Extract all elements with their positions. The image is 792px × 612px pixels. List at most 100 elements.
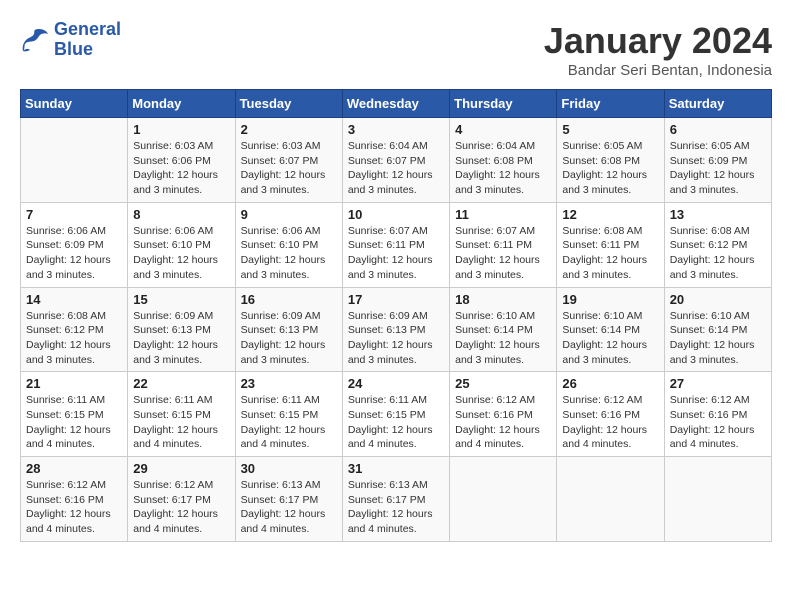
day-info: Sunrise: 6:12 AMSunset: 6:16 PMDaylight:… <box>455 393 551 452</box>
calendar-cell: 30 Sunrise: 6:13 AMSunset: 6:17 PMDayligh… <box>235 457 342 542</box>
day-info: Sunrise: 6:13 AMSunset: 6:17 PMDaylight:… <box>348 478 444 537</box>
day-info: Sunrise: 6:10 AMSunset: 6:14 PMDaylight:… <box>562 309 658 368</box>
title-block: January 2024 Bandar Seri Bentan, Indones… <box>544 20 772 79</box>
calendar-cell: 29Sunrise: 6:12 AMSunset: 6:17 PMDayligh… <box>128 457 235 542</box>
calendar-header-sunday: Sunday <box>21 90 128 118</box>
calendar-cell: 2 Sunrise: 6:03 AMSunset: 6:07 PMDaylight… <box>235 118 342 203</box>
calendar-cell: 28Sunrise: 6:12 AMSunset: 6:16 PMDayligh… <box>21 457 128 542</box>
day-number: 7 <box>26 207 122 222</box>
day-info: Sunrise: 6:06 AMSunset: 6:09 PMDaylight:… <box>26 224 122 283</box>
calendar-cell: 10 Sunrise: 6:07 AMSunset: 6:11 PMDayligh… <box>342 202 449 287</box>
day-number: 31 <box>348 461 444 476</box>
calendar-cell <box>664 457 771 542</box>
day-info: Sunrise: 6:08 AMSunset: 6:11 PMDaylight:… <box>562 224 658 283</box>
day-number: 5 <box>562 122 658 137</box>
calendar-cell: 5 Sunrise: 6:05 AMSunset: 6:08 PMDaylight… <box>557 118 664 203</box>
day-number: 2 <box>241 122 337 137</box>
day-number: 11 <box>455 207 551 222</box>
calendar-week-row: 14 Sunrise: 6:08 AMSunset: 6:12 PMDayligh… <box>21 287 772 372</box>
day-number: 3 <box>348 122 444 137</box>
calendar-cell: 21Sunrise: 6:11 AMSunset: 6:15 PMDayligh… <box>21 372 128 457</box>
month-title: January 2024 <box>544 20 772 62</box>
calendar-header-row: SundayMondayTuesdayWednesdayThursdayFrid… <box>21 90 772 118</box>
day-info: Sunrise: 6:06 AMSunset: 6:10 PMDaylight:… <box>241 224 337 283</box>
calendar-cell: 31 Sunrise: 6:13 AMSunset: 6:17 PMDayligh… <box>342 457 449 542</box>
day-number: 14 <box>26 292 122 307</box>
day-info: Sunrise: 6:08 AMSunset: 6:12 PMDaylight:… <box>26 309 122 368</box>
day-number: 21 <box>26 376 122 391</box>
calendar-cell: 15 Sunrise: 6:09 AMSunset: 6:13 PMDayligh… <box>128 287 235 372</box>
day-info: Sunrise: 6:05 AMSunset: 6:09 PMDaylight:… <box>670 139 766 198</box>
calendar-header-thursday: Thursday <box>450 90 557 118</box>
calendar-cell: 6Sunrise: 6:05 AMSunset: 6:09 PMDaylight… <box>664 118 771 203</box>
day-number: 27 <box>670 376 766 391</box>
day-info: Sunrise: 6:09 AMSunset: 6:13 PMDaylight:… <box>348 309 444 368</box>
day-info: Sunrise: 6:07 AMSunset: 6:11 PMDaylight:… <box>455 224 551 283</box>
calendar-cell: 13 Sunrise: 6:08 AMSunset: 6:12 PMDayligh… <box>664 202 771 287</box>
day-info: Sunrise: 6:08 AMSunset: 6:12 PMDaylight:… <box>670 224 766 283</box>
calendar-cell: 12 Sunrise: 6:08 AMSunset: 6:11 PMDayligh… <box>557 202 664 287</box>
day-number: 8 <box>133 207 229 222</box>
calendar-cell: 22 Sunrise: 6:11 AMSunset: 6:15 PMDayligh… <box>128 372 235 457</box>
day-info: Sunrise: 6:13 AMSunset: 6:17 PMDaylight:… <box>241 478 337 537</box>
calendar-week-row: 1 Sunrise: 6:03 AMSunset: 6:06 PMDaylight… <box>21 118 772 203</box>
calendar-week-row: 7 Sunrise: 6:06 AMSunset: 6:09 PMDaylight… <box>21 202 772 287</box>
day-number: 24 <box>348 376 444 391</box>
calendar-cell: 18Sunrise: 6:10 AMSunset: 6:14 PMDayligh… <box>450 287 557 372</box>
day-number: 17 <box>348 292 444 307</box>
day-info: Sunrise: 6:03 AMSunset: 6:06 PMDaylight:… <box>133 139 229 198</box>
day-number: 12 <box>562 207 658 222</box>
day-info: Sunrise: 6:03 AMSunset: 6:07 PMDaylight:… <box>241 139 337 198</box>
day-number: 30 <box>241 461 337 476</box>
day-number: 18 <box>455 292 551 307</box>
day-info: Sunrise: 6:12 AMSunset: 6:16 PMDaylight:… <box>670 393 766 452</box>
calendar-cell <box>21 118 128 203</box>
calendar-cell: 26 Sunrise: 6:12 AMSunset: 6:16 PMDayligh… <box>557 372 664 457</box>
day-info: Sunrise: 6:04 AMSunset: 6:08 PMDaylight:… <box>455 139 551 198</box>
logo-text: General Blue <box>54 20 121 60</box>
calendar-table: SundayMondayTuesdayWednesdayThursdayFrid… <box>20 89 772 542</box>
calendar-cell: 14 Sunrise: 6:08 AMSunset: 6:12 PMDayligh… <box>21 287 128 372</box>
day-info: Sunrise: 6:12 AMSunset: 6:16 PMDaylight:… <box>26 478 122 537</box>
page-header: General Blue January 2024 Bandar Seri Be… <box>20 20 772 79</box>
day-number: 15 <box>133 292 229 307</box>
day-info: Sunrise: 6:11 AMSunset: 6:15 PMDaylight:… <box>133 393 229 452</box>
day-number: 10 <box>348 207 444 222</box>
calendar-header-saturday: Saturday <box>664 90 771 118</box>
calendar-cell: 9Sunrise: 6:06 AMSunset: 6:10 PMDaylight… <box>235 202 342 287</box>
day-info: Sunrise: 6:07 AMSunset: 6:11 PMDaylight:… <box>348 224 444 283</box>
calendar-cell: 17 Sunrise: 6:09 AMSunset: 6:13 PMDayligh… <box>342 287 449 372</box>
calendar-cell: 11 Sunrise: 6:07 AMSunset: 6:11 PMDayligh… <box>450 202 557 287</box>
day-number: 20 <box>670 292 766 307</box>
day-number: 23 <box>241 376 337 391</box>
calendar-cell: 25 Sunrise: 6:12 AMSunset: 6:16 PMDayligh… <box>450 372 557 457</box>
day-number: 16 <box>241 292 337 307</box>
calendar-cell: 23 Sunrise: 6:11 AMSunset: 6:15 PMDayligh… <box>235 372 342 457</box>
calendar-header-monday: Monday <box>128 90 235 118</box>
location-subtitle: Bandar Seri Bentan, Indonesia <box>544 62 772 79</box>
day-info: Sunrise: 6:04 AMSunset: 6:07 PMDaylight:… <box>348 139 444 198</box>
calendar-week-row: 28Sunrise: 6:12 AMSunset: 6:16 PMDayligh… <box>21 457 772 542</box>
calendar-cell: 19Sunrise: 6:10 AMSunset: 6:14 PMDayligh… <box>557 287 664 372</box>
day-info: Sunrise: 6:12 AMSunset: 6:17 PMDaylight:… <box>133 478 229 537</box>
day-number: 25 <box>455 376 551 391</box>
day-number: 26 <box>562 376 658 391</box>
day-info: Sunrise: 6:09 AMSunset: 6:13 PMDaylight:… <box>241 309 337 368</box>
calendar-header-friday: Friday <box>557 90 664 118</box>
day-info: Sunrise: 6:06 AMSunset: 6:10 PMDaylight:… <box>133 224 229 283</box>
day-number: 4 <box>455 122 551 137</box>
day-info: Sunrise: 6:09 AMSunset: 6:13 PMDaylight:… <box>133 309 229 368</box>
calendar-cell: 3 Sunrise: 6:04 AMSunset: 6:07 PMDaylight… <box>342 118 449 203</box>
calendar-cell: 16 Sunrise: 6:09 AMSunset: 6:13 PMDayligh… <box>235 287 342 372</box>
day-info: Sunrise: 6:11 AMSunset: 6:15 PMDaylight:… <box>241 393 337 452</box>
calendar-cell: 24Sunrise: 6:11 AMSunset: 6:15 PMDayligh… <box>342 372 449 457</box>
calendar-cell: 1 Sunrise: 6:03 AMSunset: 6:06 PMDaylight… <box>128 118 235 203</box>
day-info: Sunrise: 6:05 AMSunset: 6:08 PMDaylight:… <box>562 139 658 198</box>
calendar-cell: 7 Sunrise: 6:06 AMSunset: 6:09 PMDaylight… <box>21 202 128 287</box>
calendar-header-wednesday: Wednesday <box>342 90 449 118</box>
day-number: 13 <box>670 207 766 222</box>
day-number: 1 <box>133 122 229 137</box>
day-info: Sunrise: 6:12 AMSunset: 6:16 PMDaylight:… <box>562 393 658 452</box>
day-number: 22 <box>133 376 229 391</box>
day-info: Sunrise: 6:10 AMSunset: 6:14 PMDaylight:… <box>670 309 766 368</box>
